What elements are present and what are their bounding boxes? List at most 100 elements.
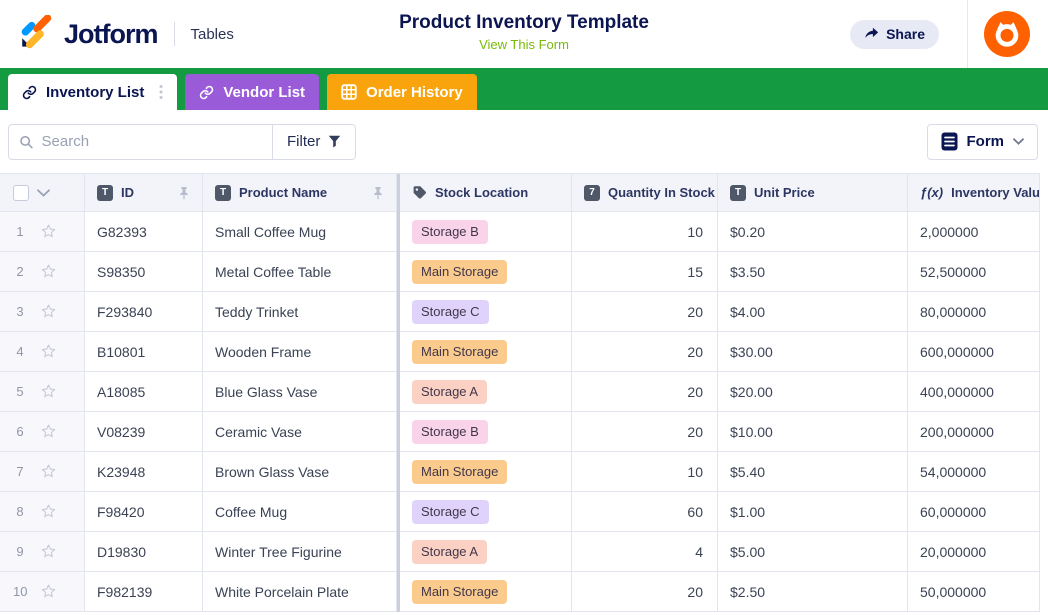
star-icon[interactable] (40, 263, 57, 280)
cell-unit-price[interactable]: $4.00 (718, 292, 908, 332)
cell-quantity[interactable]: 20 (572, 292, 718, 332)
cell-stock-location[interactable]: Main Storage (400, 452, 572, 492)
cell-quantity[interactable]: 20 (572, 332, 718, 372)
select-all-checkbox[interactable] (13, 185, 29, 201)
cell-product-name[interactable]: Winter Tree Figurine (203, 532, 397, 572)
star-icon[interactable] (40, 543, 57, 560)
cell-quantity[interactable]: 10 (572, 212, 718, 252)
cell-id[interactable]: F293840 (85, 292, 203, 332)
cell-id[interactable]: V08239 (85, 412, 203, 452)
row-number: 7 (13, 464, 27, 479)
cell-quantity[interactable]: 20 (572, 372, 718, 412)
stock-location-badge: Main Storage (412, 340, 507, 364)
view-this-form-link[interactable]: View This Form (399, 37, 649, 52)
cell-stock-location[interactable]: Storage B (400, 412, 572, 452)
chevron-down-icon[interactable] (37, 189, 50, 197)
cell-stock-location[interactable]: Main Storage (400, 252, 572, 292)
cell-id[interactable]: F982139 (85, 572, 203, 612)
cell-unit-price[interactable]: $30.00 (718, 332, 908, 372)
star-icon[interactable] (40, 583, 57, 600)
column-header-quantity[interactable]: 7 Quantity In Stock (572, 174, 718, 212)
cell-product-name[interactable]: Blue Glass Vase (203, 372, 397, 412)
search-input[interactable] (42, 133, 262, 150)
cell-stock-location[interactable]: Storage A (400, 532, 572, 572)
star-icon[interactable] (40, 503, 57, 520)
cell-unit-price[interactable]: $5.00 (718, 532, 908, 572)
cell-inventory-value[interactable]: 400,000000 (908, 372, 1040, 412)
cell-stock-location[interactable]: Storage C (400, 292, 572, 332)
cell-inventory-value[interactable]: 60,000000 (908, 492, 1040, 532)
pin-icon[interactable] (178, 186, 190, 200)
tab-inventory-list[interactable]: Inventory List (8, 74, 177, 110)
cell-inventory-value[interactable]: 52,500000 (908, 252, 1040, 292)
cell-inventory-value[interactable]: 600,000000 (908, 332, 1040, 372)
cell-stock-location[interactable]: Main Storage (400, 332, 572, 372)
cell-quantity[interactable]: 60 (572, 492, 718, 532)
cell-product-name[interactable]: Small Coffee Mug (203, 212, 397, 252)
cell-quantity[interactable]: 15 (572, 252, 718, 292)
cell-unit-price[interactable]: $0.20 (718, 212, 908, 252)
star-icon[interactable] (40, 463, 57, 480)
cell-id[interactable]: A18085 (85, 372, 203, 412)
cell-unit-price[interactable]: $5.40 (718, 452, 908, 492)
star-icon[interactable] (40, 423, 57, 440)
cell-inventory-value[interactable]: 80,000000 (908, 292, 1040, 332)
star-icon[interactable] (40, 303, 57, 320)
column-header-unit-price[interactable]: T Unit Price (718, 174, 908, 212)
cell-id[interactable]: F98420 (85, 492, 203, 532)
column-header-product-name[interactable]: T Product Name (203, 174, 397, 212)
tab-menu-kebab-icon[interactable] (159, 84, 163, 100)
cell-id[interactable]: B10801 (85, 332, 203, 372)
form-icon (941, 132, 958, 151)
cell-inventory-value[interactable]: 2,000000 (908, 212, 1040, 252)
tab-label: Order History (366, 84, 463, 101)
cell-product-name[interactable]: Ceramic Vase (203, 412, 397, 452)
form-button[interactable]: Form (927, 124, 1039, 160)
column-header-stock-location[interactable]: Stock Location (400, 174, 572, 212)
pin-icon[interactable] (372, 186, 384, 200)
cell-unit-price[interactable]: $3.50 (718, 252, 908, 292)
cell-inventory-value[interactable]: 50,000000 (908, 572, 1040, 612)
cell-stock-location[interactable]: Storage C (400, 492, 572, 532)
table-row: 7 K23948 Brown Glass Vase Main Storage 1… (0, 452, 1040, 492)
cell-unit-price[interactable]: $20.00 (718, 372, 908, 412)
table-grid-icon (341, 84, 357, 100)
column-label: Product Name (239, 185, 327, 200)
cell-stock-location[interactable]: Storage B (400, 212, 572, 252)
cell-stock-location[interactable]: Storage A (400, 372, 572, 412)
cell-id[interactable]: G82393 (85, 212, 203, 252)
cell-inventory-value[interactable]: 54,000000 (908, 452, 1040, 492)
cell-quantity[interactable]: 10 (572, 452, 718, 492)
user-avatar[interactable] (984, 11, 1030, 57)
filter-button[interactable]: Filter (272, 125, 355, 159)
tab-order-history[interactable]: Order History (327, 74, 477, 110)
cell-unit-price[interactable]: $10.00 (718, 412, 908, 452)
share-button[interactable]: Share (850, 20, 939, 49)
cell-unit-price[interactable]: $2.50 (718, 572, 908, 612)
star-icon[interactable] (40, 343, 57, 360)
cell-product-name[interactable]: White Porcelain Plate (203, 572, 397, 612)
cell-product-name[interactable]: Teddy Trinket (203, 292, 397, 332)
cell-stock-location[interactable]: Main Storage (400, 572, 572, 612)
cell-quantity[interactable]: 20 (572, 412, 718, 452)
cell-product-name[interactable]: Brown Glass Vase (203, 452, 397, 492)
cell-product-name[interactable]: Coffee Mug (203, 492, 397, 532)
cell-quantity[interactable]: 4 (572, 532, 718, 572)
cell-product-name[interactable]: Metal Coffee Table (203, 252, 397, 292)
cell-inventory-value[interactable]: 200,000000 (908, 412, 1040, 452)
tab-vendor-list[interactable]: Vendor List (185, 74, 319, 110)
cell-unit-price[interactable]: $1.00 (718, 492, 908, 532)
star-icon[interactable] (40, 383, 57, 400)
column-header-id[interactable]: T ID (85, 174, 203, 212)
cell-id[interactable]: D19830 (85, 532, 203, 572)
cell-id[interactable]: S98350 (85, 252, 203, 292)
cell-quantity[interactable]: 20 (572, 572, 718, 612)
star-icon[interactable] (40, 223, 57, 240)
text-type-icon: T (97, 185, 113, 201)
brand[interactable]: Jotform (0, 15, 158, 53)
column-header-inventory-value[interactable]: ƒ(x) Inventory Value (908, 174, 1040, 212)
cell-product-name[interactable]: Wooden Frame (203, 332, 397, 372)
tag-type-icon (412, 185, 427, 200)
cell-id[interactable]: K23948 (85, 452, 203, 492)
cell-inventory-value[interactable]: 20,000000 (908, 532, 1040, 572)
